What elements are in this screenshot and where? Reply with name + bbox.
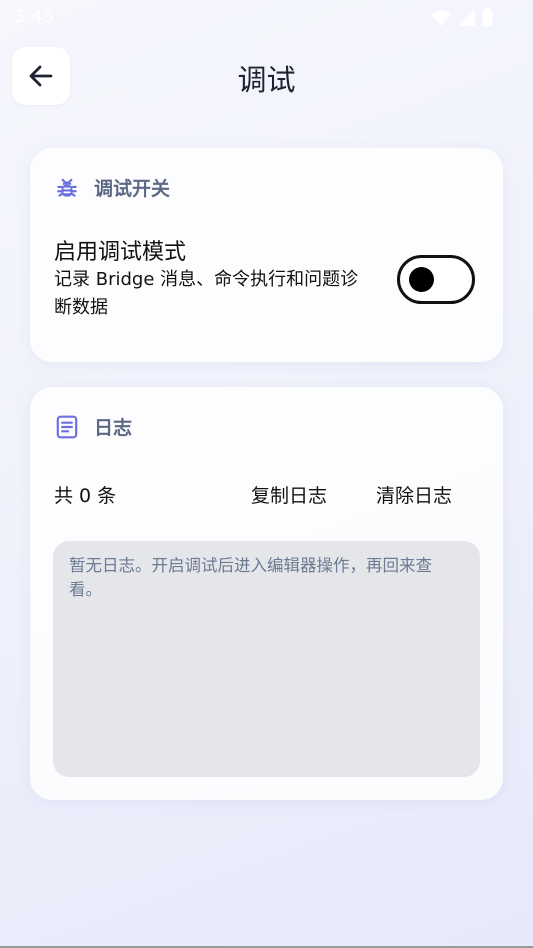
clear-log-button[interactable]: 清除日志 [376,481,452,508]
log-output[interactable]: 暂无日志。开启调试后进入编辑器操作，再回来查看。 [53,541,480,777]
debug-mode-label: 启用调试模式 [54,240,187,265]
debug-settings-card: 调试开关 启用调试模式 记录 Bridge 消息、命令执行和问题诊断数据 [30,148,503,362]
debug-section-title: 调试开关 [94,178,171,200]
document-icon [56,415,78,438]
debug-section-header: 调试开关 [54,174,170,201]
status-bar: 3:45 [0,0,533,36]
toggle-knob [409,267,434,292]
log-empty-text: 暂无日志。开启调试后进入编辑器操作，再回来查看。 [69,556,432,599]
debug-mode-toggle[interactable] [397,255,475,304]
cellular-signal-icon [459,9,475,26]
copy-log-button[interactable]: 复制日志 [251,481,327,508]
log-card: 日志 共 0 条 复制日志 清除日志 暂无日志。开启调试后进入编辑器操作，再回来… [30,387,503,800]
debug-mode-description: 记录 Bridge 消息、命令执行和问题诊断数据 [54,269,359,318]
page-title: 调试 [237,63,296,97]
log-section-title: 日志 [94,417,133,439]
log-section-header: 日志 [54,413,132,440]
bug-icon [57,178,77,197]
status-time: 3:45 [14,7,55,27]
log-count: 共 0 条 [54,485,117,507]
wifi-icon [430,9,452,26]
battery-icon [482,8,493,27]
status-icons [430,8,493,27]
